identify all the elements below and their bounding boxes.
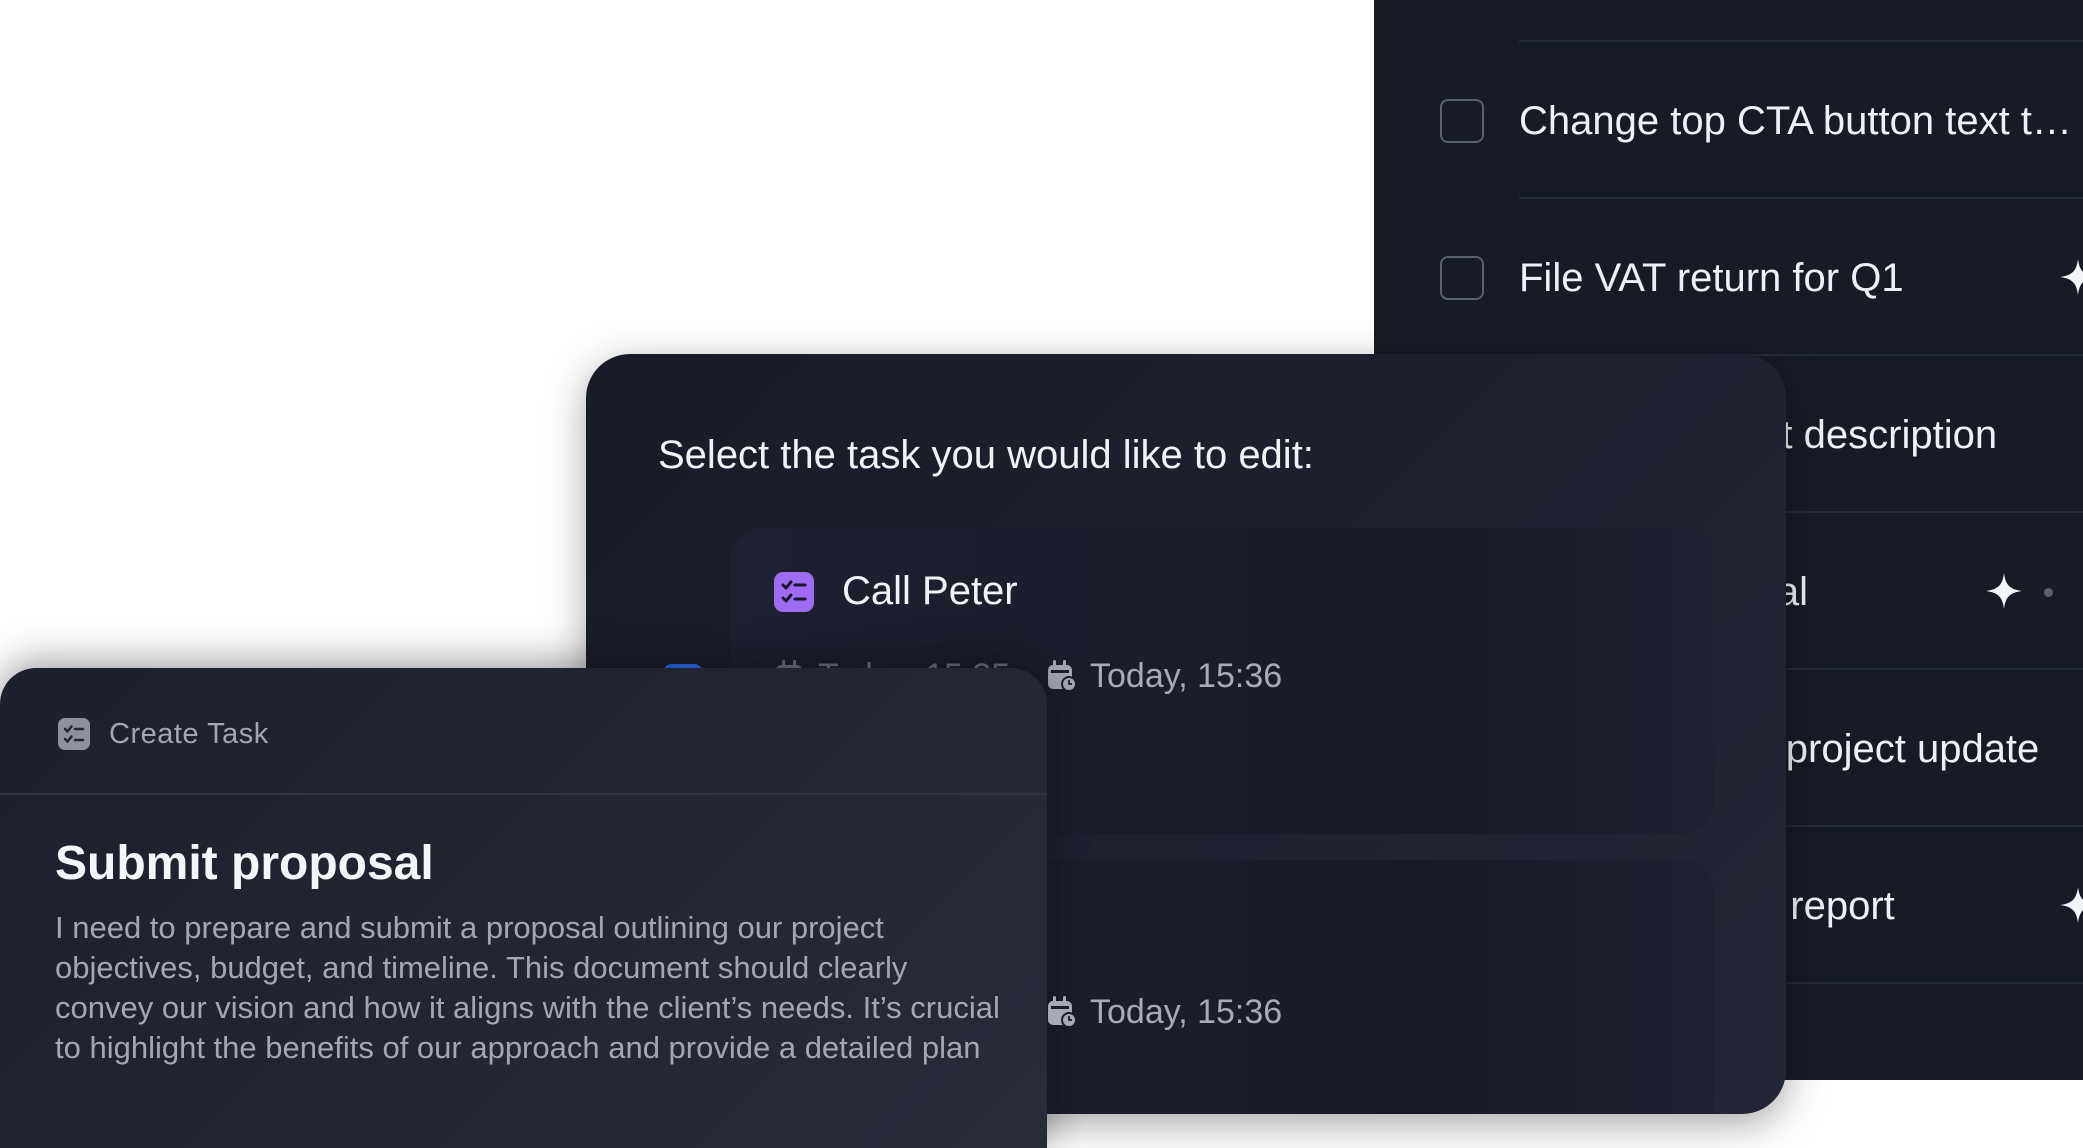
row-divider [1519, 197, 2083, 199]
create-task-panel: Create Task Submit proposal I need to pr… [0, 668, 1047, 1148]
task-title-input[interactable]: Submit proposal [55, 834, 434, 894]
task-due-date: Today, 15:36 [1046, 988, 1282, 1036]
task-option-title: Call Peter [842, 569, 1018, 613]
task-list-icon [58, 718, 90, 750]
task-row[interactable] [1374, 0, 2083, 40]
task-title[interactable]: File VAT return for Q1 [1519, 253, 2079, 303]
row-divider [1519, 40, 2083, 42]
task-list-icon [774, 572, 814, 612]
task-due-date-text: Today, 15:36 [1090, 992, 1283, 1031]
status-dot [2044, 588, 2053, 597]
create-task-header: Create Task [0, 668, 1047, 795]
create-task-label: Create Task [109, 718, 269, 750]
sparkle-icon [1986, 573, 2022, 609]
calendar-clock-icon [1048, 996, 1077, 1028]
task-due-date-text: Today, 15:36 [1090, 656, 1283, 695]
select-prompt: Select the task you would like to edit: [658, 433, 1314, 477]
sparkle-icon [2060, 887, 2083, 923]
task-description-input[interactable]: I need to prepare and submit a proposal … [55, 908, 1010, 1068]
calendar-clock-icon [1048, 660, 1077, 692]
task-row[interactable]: File VAT return for Q1 [1374, 197, 2083, 354]
task-row[interactable]: Change top CTA button text to the new co… [1374, 40, 2083, 197]
sparkle-icon [2060, 259, 2083, 295]
task-checkbox[interactable] [1440, 256, 1484, 300]
task-due-date: Today, 15:36 [1046, 652, 1282, 700]
task-checkbox[interactable] [1440, 99, 1484, 143]
task-title[interactable]: Change top CTA button text to the new co… [1519, 96, 2079, 146]
